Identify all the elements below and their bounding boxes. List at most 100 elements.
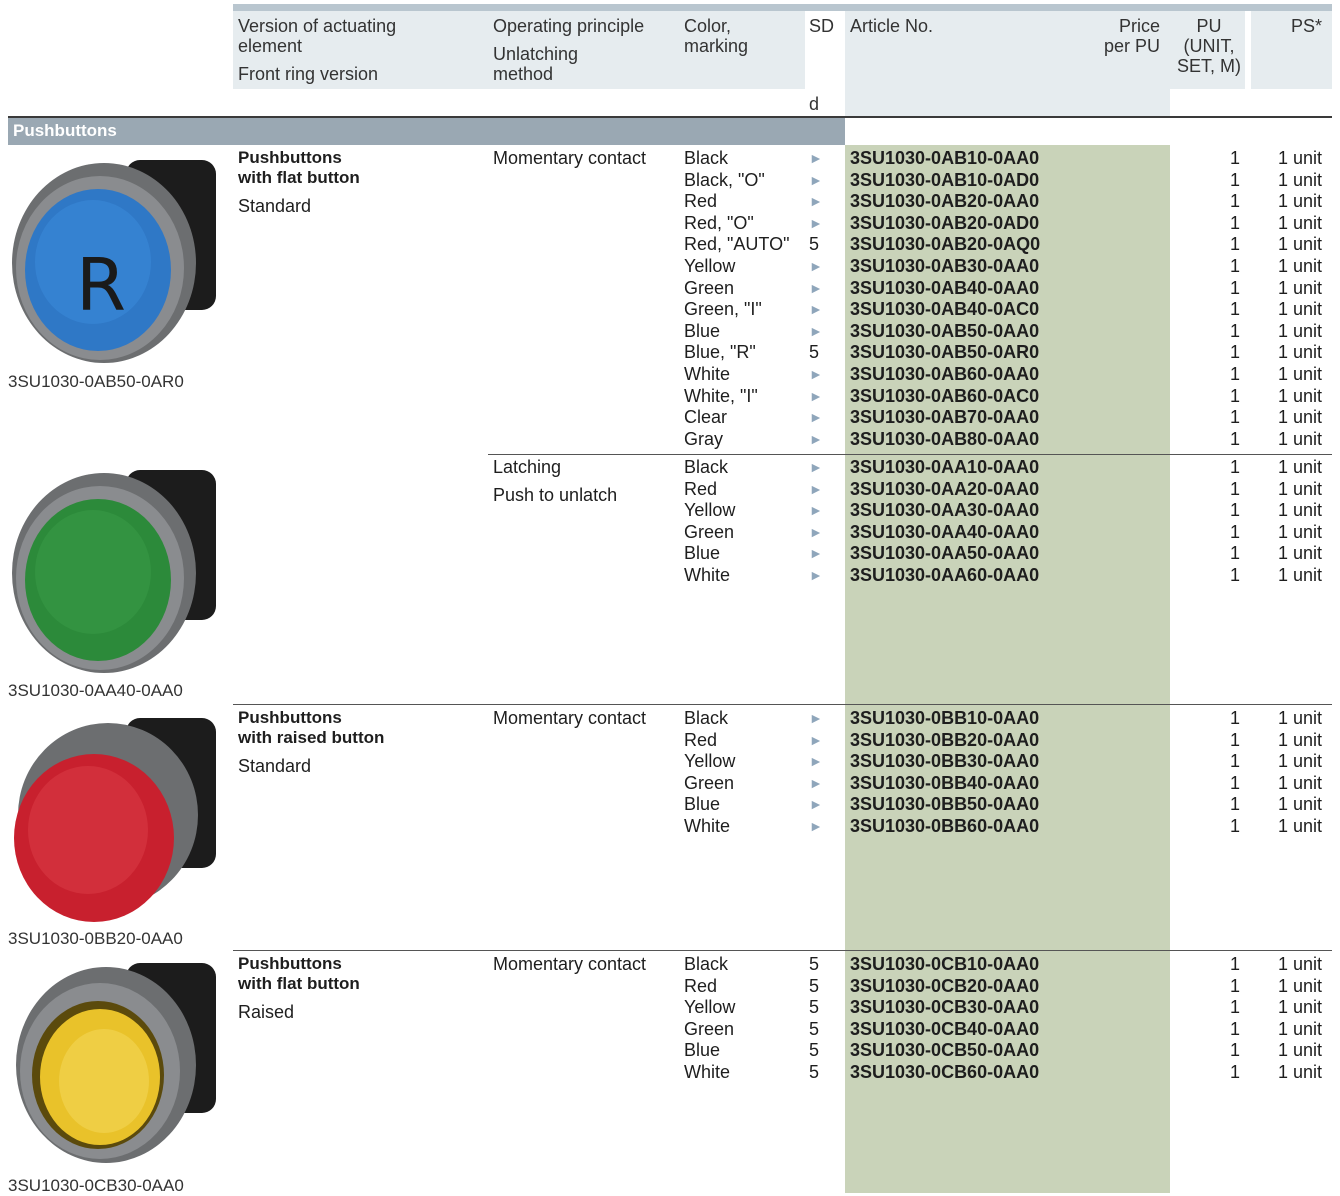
color-cell: Yellow — [684, 256, 736, 276]
pu-cell: 1 — [1229, 772, 1240, 793]
sd-cell: 5 — [809, 342, 820, 363]
ps-cell: 1 unit — [1277, 816, 1322, 836]
color-cell: Gray — [684, 428, 724, 449]
sd-cell: ► — [809, 818, 823, 834]
color-cell: Black — [684, 148, 729, 168]
header-version-line1: Version of actuating — [238, 16, 397, 36]
sd-cell: ► — [809, 430, 823, 447]
pu-cell: 1 — [1229, 320, 1240, 341]
ps-cell: 1 unit — [1277, 169, 1322, 190]
pu-cell: 1 — [1229, 729, 1240, 750]
article-number: 3SU1030-0AB60-0AA0 — [850, 364, 1040, 384]
color-cell: Red — [684, 975, 718, 996]
article-number: 3SU1030-0AB10-0AD0 — [850, 169, 1040, 190]
color-cell: Black — [684, 708, 729, 728]
header-pu-line2: (UNIT, — [1183, 36, 1235, 56]
article-number: 3SU1030-0BB60-0AA0 — [850, 816, 1040, 836]
ps-cell: 1 unit — [1277, 234, 1322, 255]
group-principle-unlatch: Push to unlatch — [493, 485, 618, 505]
article-number: 3SU1030-0AB80-0AA0 — [850, 428, 1040, 449]
header-version-line2: element — [238, 36, 303, 56]
pu-cell: 1 — [1229, 708, 1240, 728]
sd-cell: ► — [809, 753, 823, 770]
ps-cell: 1 unit — [1277, 428, 1322, 449]
ps-cell: 1 unit — [1277, 708, 1322, 728]
header-pu-gap — [1245, 11, 1251, 89]
article-number: 3SU1030-0CB40-0AA0 — [850, 1018, 1040, 1039]
color-cell: White — [684, 364, 731, 384]
sd-cell: ► — [809, 502, 823, 519]
article-number: 3SU1030-0BB30-0AA0 — [850, 751, 1040, 772]
section-title: Pushbuttons — [13, 121, 117, 140]
pu-cell: 1 — [1229, 407, 1240, 428]
sd-cell: ► — [809, 480, 823, 497]
article-number: 3SU1030-0AB10-0AA0 — [850, 148, 1040, 168]
group-title: Pushbuttons — [238, 148, 342, 167]
header-pu-line1: PU — [1196, 16, 1222, 36]
header-col-principle: Operating principle Unlatching method — [493, 16, 644, 84]
color-cell: Blue — [684, 794, 721, 815]
pu-cell: 1 — [1229, 299, 1240, 320]
sd-cell: ► — [809, 523, 823, 540]
pu-cell: 1 — [1229, 954, 1240, 974]
pu-cell: 1 — [1229, 794, 1240, 815]
section-bar — [8, 118, 845, 145]
article-number: 3SU1030-0AA50-0AA0 — [850, 543, 1040, 564]
header-ps: PS* — [1290, 16, 1322, 36]
sd-cell: ► — [809, 409, 823, 426]
header-article: Article No. — [850, 16, 934, 36]
red-pushbutton-image — [14, 718, 216, 922]
ps-cell: 1 unit — [1277, 1018, 1322, 1039]
ps-cell: 1 unit — [1277, 521, 1322, 542]
article-number: 3SU1030-0CB10-0AA0 — [850, 954, 1040, 974]
ps-cell: 1 unit — [1277, 256, 1322, 276]
sd-cell: ► — [809, 710, 823, 726]
header-top-rule — [233, 4, 1332, 11]
article-number: 3SU1030-0CB50-0AA0 — [850, 1040, 1040, 1061]
article-number: 3SU1030-0AB50-0AA0 — [850, 320, 1040, 341]
ps-cell: 1 unit — [1277, 729, 1322, 750]
header-principle-line2: Unlatching — [493, 44, 579, 64]
header-color-line2: marking — [684, 36, 749, 56]
ps-cell: 1 unit — [1277, 299, 1322, 320]
group-principle: Momentary contact — [493, 708, 647, 728]
group-separator — [233, 704, 1332, 705]
ps-cell: 1 unit — [1277, 997, 1322, 1018]
group-principle: Latching — [493, 457, 562, 477]
group-separator — [233, 950, 1332, 951]
pu-cell: 1 — [1229, 428, 1240, 449]
group-title: Pushbuttons — [238, 708, 342, 727]
color-cell: Yellow — [684, 500, 736, 521]
color-cell: Blue — [684, 320, 721, 341]
pu-cell: 1 — [1229, 1062, 1240, 1082]
image-caption: 3SU1030-0AB50-0AR0 — [8, 372, 184, 391]
group-title: Pushbuttons — [238, 954, 342, 973]
ps-cell: 1 unit — [1277, 772, 1322, 793]
article-number: 3SU1030-0AA10-0AA0 — [850, 457, 1040, 477]
sd-cell: ► — [809, 387, 823, 404]
sd-cell: ► — [809, 279, 823, 296]
ps-cell: 1 unit — [1277, 478, 1322, 499]
header-price: Price per PU — [1060, 16, 1160, 56]
pu-cell: 1 — [1229, 521, 1240, 542]
sd-cell: ► — [809, 193, 823, 210]
ps-cell: 1 unit — [1277, 407, 1322, 428]
pu-cell: 1 — [1229, 543, 1240, 564]
header-pu: PU (UNIT, SET, M) — [1174, 16, 1244, 76]
sd-cell: 5 — [809, 975, 820, 996]
group-principle: Momentary contact — [493, 954, 647, 974]
ps-cell: 1 unit — [1277, 457, 1322, 477]
article-number: 3SU1030-0AA20-0AA0 — [850, 478, 1040, 499]
pu-cell: 1 — [1229, 342, 1240, 363]
pu-cell: 1 — [1229, 256, 1240, 276]
sd-cell: ► — [809, 774, 823, 791]
sd-cell: ► — [809, 366, 823, 382]
sd-cell: ► — [809, 322, 823, 339]
header-pu-line3: SET, M) — [1176, 56, 1241, 76]
article-number: 3SU1030-0AA30-0AA0 — [850, 500, 1040, 521]
color-cell: Blue, "R" — [684, 342, 756, 363]
pu-cell: 1 — [1229, 565, 1240, 585]
image-caption: 3SU1030-0BB20-0AA0 — [8, 929, 183, 948]
article-number: 3SU1030-0AB40-0AA0 — [850, 277, 1040, 298]
article-number: 3SU1030-0AB20-0AD0 — [850, 212, 1040, 233]
